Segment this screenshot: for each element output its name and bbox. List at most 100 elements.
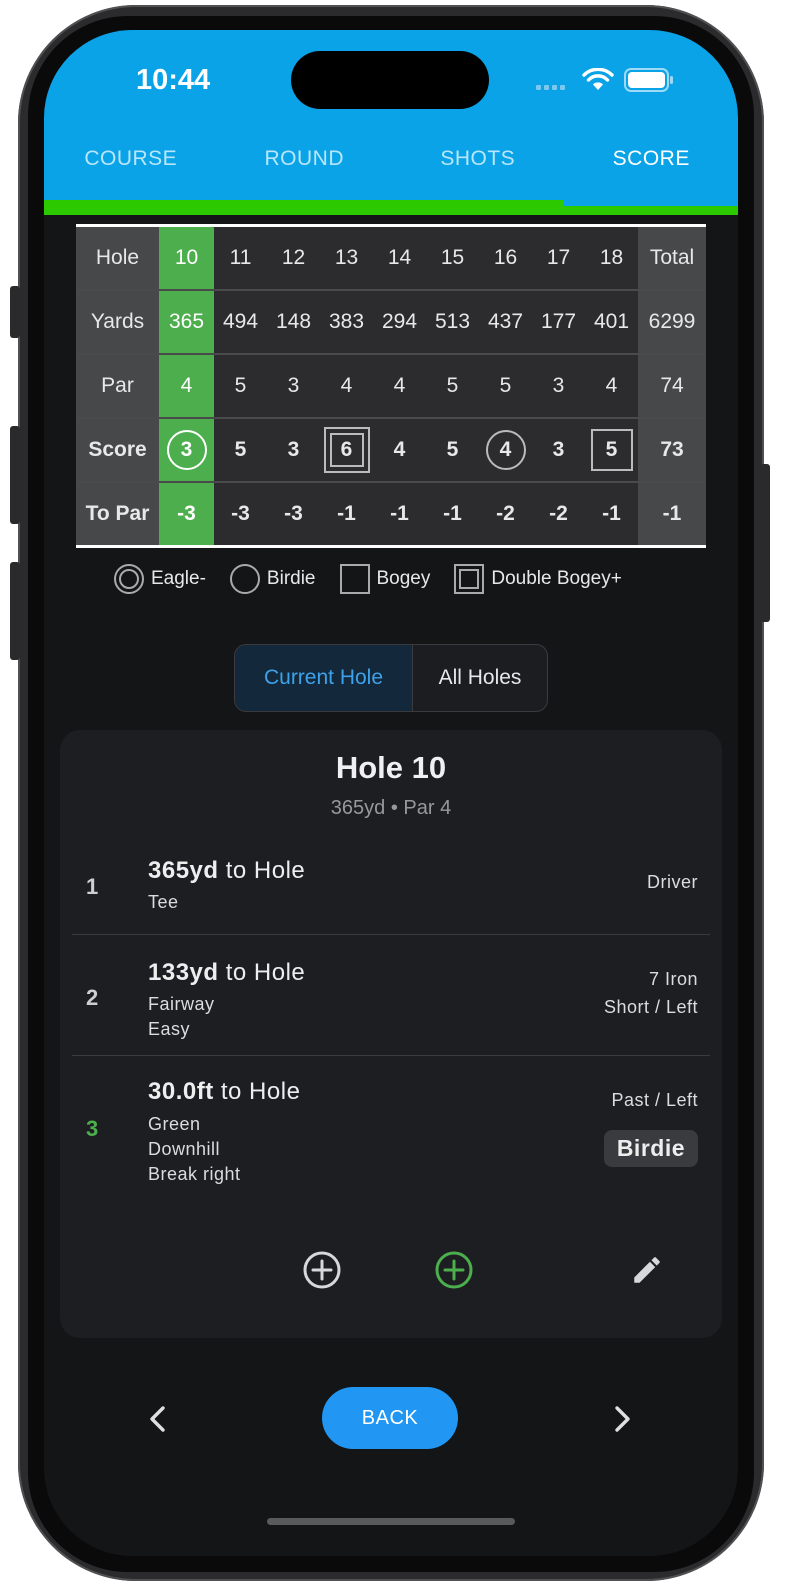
to-par-cell: -1 bbox=[390, 502, 409, 525]
legend-eagle: Eagle- bbox=[114, 564, 206, 594]
hole-cell[interactable]: 18 bbox=[585, 227, 638, 289]
all-holes-segment[interactable]: All Holes bbox=[413, 645, 547, 711]
shot-break: Break right bbox=[148, 1164, 241, 1184]
row-label: To Par bbox=[76, 483, 159, 545]
status-time: 10:44 bbox=[136, 64, 211, 96]
shot-lie: Fairway bbox=[148, 994, 215, 1014]
scorecard-table: Hole 10 11 12 13 14 15 16 17 18 Total Ya… bbox=[76, 224, 706, 548]
tab-course[interactable]: COURSE bbox=[44, 147, 218, 181]
par-cell: 3 bbox=[287, 374, 300, 397]
shot-number: 2 bbox=[86, 985, 99, 1010]
hole-cell[interactable]: 15 bbox=[426, 227, 479, 289]
yards-cell: 148 bbox=[275, 310, 312, 333]
score-cell[interactable]: 3 bbox=[532, 419, 585, 481]
hole-cell[interactable]: 12 bbox=[267, 227, 320, 289]
yards-cell: 177 bbox=[540, 310, 577, 333]
shot-details: Tee bbox=[148, 890, 179, 915]
tab-score[interactable]: SCORE bbox=[565, 147, 739, 181]
square-icon bbox=[339, 564, 370, 594]
shot-details: Green Downhill Break right bbox=[148, 1112, 241, 1187]
to-par-cell: -3 bbox=[284, 502, 303, 525]
battery-icon bbox=[624, 68, 673, 92]
to-par-cell: -1 bbox=[337, 502, 356, 525]
tab-progress-bar bbox=[44, 200, 738, 215]
yards-cell: 401 bbox=[593, 310, 630, 333]
next-hole-icon[interactable] bbox=[610, 1404, 634, 1434]
hole-cell[interactable]: 13 bbox=[320, 227, 373, 289]
par-cell: 3 bbox=[552, 374, 565, 397]
shot-distance-line: 133yd to Hole bbox=[148, 959, 305, 987]
shot-to-label: to Hole bbox=[218, 857, 306, 884]
shot-distance: 133yd bbox=[148, 959, 219, 986]
score-cell[interactable]: 6 bbox=[320, 419, 373, 481]
birdie-marker: 3 bbox=[166, 430, 207, 470]
shot-row[interactable]: 2 133yd to Hole Fairway Easy 7 Iron Shor… bbox=[72, 935, 710, 1055]
home-indicator[interactable] bbox=[267, 1518, 515, 1525]
score-cell[interactable]: 5 bbox=[585, 419, 638, 481]
score-cell[interactable]: 4 bbox=[479, 419, 532, 481]
shot-distance-line: 365yd to Hole bbox=[148, 857, 305, 885]
scorecard-row-par: Par 4 5 3 4 4 5 5 3 4 74 bbox=[76, 355, 706, 419]
par-cell: 5 bbox=[499, 374, 512, 397]
hole-cell[interactable]: 10 bbox=[159, 227, 214, 289]
yards-cell: 383 bbox=[328, 310, 365, 333]
shot-slope: Downhill bbox=[148, 1139, 221, 1159]
hole-card: Hole 10 365yd • Par 4 1 365yd to Hole Te… bbox=[60, 730, 722, 1338]
shot-distance-line: 30.0ft to Hole bbox=[148, 1078, 300, 1106]
shot-lie: Green bbox=[148, 1114, 201, 1134]
shot-row[interactable]: 1 365yd to Hole Tee Driver bbox=[72, 846, 710, 934]
score-legend: Eagle- Birdie Bogey Double Bogey+ bbox=[114, 564, 646, 594]
add-shot-icon[interactable] bbox=[302, 1250, 342, 1290]
row-label: Yards bbox=[76, 291, 159, 353]
to-par-cell: -3 bbox=[231, 502, 250, 525]
score-badge: Birdie bbox=[603, 1130, 698, 1167]
double-bogey-marker: 6 bbox=[323, 427, 370, 473]
hole-cell[interactable]: 11 bbox=[214, 227, 267, 289]
volume-up-button bbox=[10, 426, 20, 524]
tab-shots[interactable]: SHOTS bbox=[391, 147, 565, 181]
yards-cell: 513 bbox=[434, 310, 471, 333]
mute-switch bbox=[10, 286, 20, 338]
shot-row[interactable]: 3 30.0ft to Hole Green Downhill Break ri… bbox=[72, 1056, 710, 1206]
add-putt-icon[interactable] bbox=[434, 1250, 474, 1290]
scorecard-row-to-par: To Par -3 -3 -3 -1 -1 -1 -2 -2 -1 -1 bbox=[76, 483, 706, 545]
row-label: Par bbox=[76, 355, 159, 417]
scorecard-row-hole: Hole 10 11 12 13 14 15 16 17 18 Total bbox=[76, 227, 706, 291]
row-label: Score bbox=[76, 419, 159, 481]
back-button[interactable]: BACK bbox=[322, 1387, 458, 1449]
scorecard-row-yards: Yards 365 494 148 383 294 513 437 177 40… bbox=[76, 291, 706, 355]
score-cell[interactable]: 5 bbox=[426, 419, 479, 481]
to-par-cell: -2 bbox=[549, 502, 568, 525]
par-cell: 5 bbox=[234, 374, 247, 397]
double-square-icon bbox=[454, 564, 485, 594]
current-hole-segment[interactable]: Current Hole bbox=[235, 645, 413, 711]
double-circle-icon bbox=[114, 564, 144, 594]
score-cell[interactable]: 3 bbox=[267, 419, 320, 481]
top-tabs: COURSE ROUND SHOTS SCORE bbox=[44, 147, 738, 181]
score-cell[interactable]: 3 bbox=[159, 419, 214, 481]
hole-cell[interactable]: 16 bbox=[479, 227, 532, 289]
score-cell[interactable]: 5 bbox=[214, 419, 267, 481]
wifi-icon bbox=[582, 68, 614, 90]
total-cell: 74 bbox=[638, 355, 706, 417]
shot-club-info: 7 Iron Short / Left bbox=[604, 965, 698, 1021]
hole-cell[interactable]: 14 bbox=[373, 227, 426, 289]
volume-down-button bbox=[10, 562, 20, 660]
legend-bogey: Bogey bbox=[339, 564, 430, 594]
scorecard-row-score: Score 3 5 3 6 4 5 4 3 5 73 bbox=[76, 419, 706, 483]
par-cell: 4 bbox=[340, 374, 353, 397]
previous-hole-icon[interactable] bbox=[146, 1404, 170, 1434]
to-par-cell: -1 bbox=[443, 502, 462, 525]
hole-cell[interactable]: 17 bbox=[532, 227, 585, 289]
tab-round[interactable]: ROUND bbox=[218, 147, 392, 181]
par-cell: 5 bbox=[446, 374, 459, 397]
shot-club: Driver bbox=[647, 872, 698, 892]
total-cell: 73 bbox=[638, 419, 706, 481]
shot-to-label: to Hole bbox=[218, 959, 306, 986]
edit-icon[interactable] bbox=[630, 1253, 664, 1287]
shot-distance: 30.0ft bbox=[148, 1078, 214, 1105]
par-cell: 4 bbox=[605, 374, 618, 397]
shot-club-info: Past / Left bbox=[611, 1086, 698, 1114]
legend-label: Birdie bbox=[266, 568, 316, 589]
score-cell[interactable]: 4 bbox=[373, 419, 426, 481]
